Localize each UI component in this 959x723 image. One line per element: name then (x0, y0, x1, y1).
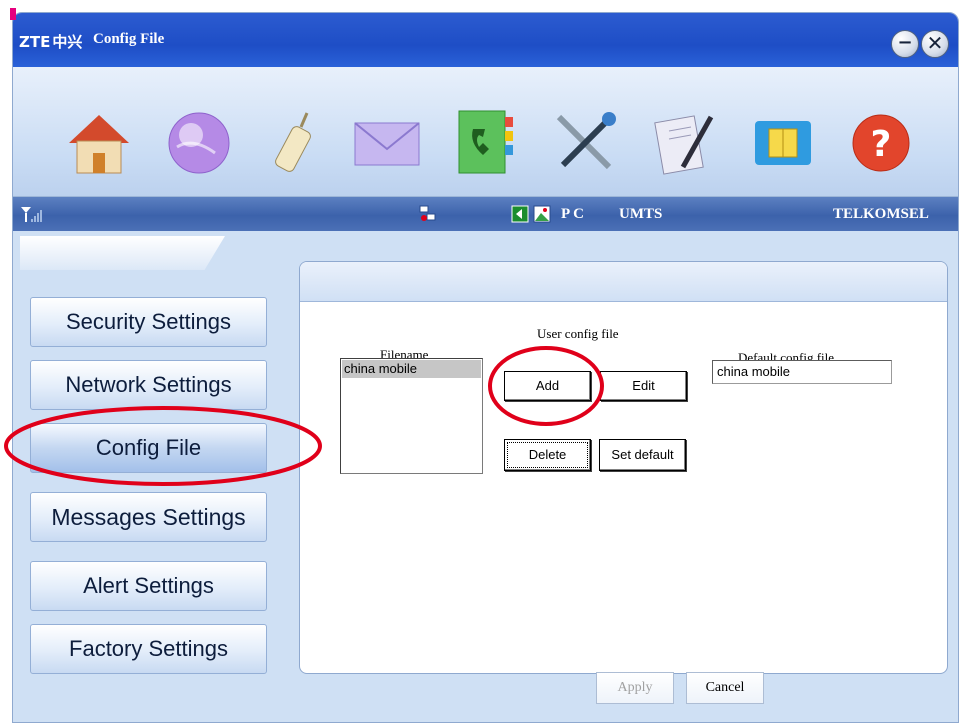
add-button[interactable]: Add (504, 371, 591, 401)
close-icon: ✕ (926, 31, 944, 55)
help-icon[interactable]: ? (845, 107, 917, 179)
sidebar-item-alert-settings[interactable]: Alert Settings (30, 561, 267, 611)
login-icon (511, 205, 529, 223)
set-default-button[interactable]: Set default (599, 439, 686, 471)
sidebar-item-config-file[interactable]: Config File (30, 423, 267, 473)
title-bar: ZTE 中兴 Config File − ✕ (13, 13, 958, 67)
zte-logo: ZTE 中兴 (19, 33, 83, 51)
corner-marker (10, 8, 16, 20)
panel-header (300, 262, 947, 302)
status-bar: P C UMTS TELKOMSEL (13, 197, 958, 231)
user-config-label: User config file (537, 326, 619, 341)
minimize-button[interactable]: − (891, 30, 919, 58)
window-title: Config File (93, 31, 165, 47)
svg-text:?: ? (871, 124, 892, 165)
settings-tools-icon[interactable] (549, 107, 621, 179)
edit-button[interactable]: Edit (600, 371, 687, 401)
signal-strength-icon (21, 207, 42, 222)
apply-button[interactable]: Apply (596, 672, 674, 704)
home-icon[interactable] (63, 107, 135, 179)
sidebar-item-network-settings[interactable]: Network Settings (30, 360, 267, 410)
phonebook-icon[interactable] (449, 107, 521, 179)
image-icon (533, 205, 551, 223)
config-file-list[interactable]: china mobile (340, 358, 483, 474)
default-config-field[interactable]: china mobile (712, 360, 892, 384)
network-type: UMTS (619, 206, 663, 222)
list-item[interactable]: china mobile (342, 360, 481, 378)
internet-globe-icon[interactable] (163, 107, 235, 179)
sidebar-item-factory-settings[interactable]: Factory Settings (30, 624, 267, 674)
operator-name: TELKOMSEL (833, 206, 929, 222)
phone-icon[interactable] (261, 107, 333, 179)
notes-pen-icon[interactable] (649, 107, 721, 179)
sidebar-item-security-settings[interactable]: Security Settings (30, 297, 267, 347)
mail-envelope-icon[interactable] (351, 107, 423, 179)
delete-button[interactable]: Delete (504, 439, 591, 471)
minimize-icon: − (897, 32, 913, 53)
cancel-button[interactable]: Cancel (686, 672, 764, 704)
sim-card-icon[interactable] (747, 107, 819, 179)
toolbar: ? (13, 67, 958, 197)
network-connection-icon (419, 205, 436, 221)
sidebar-item-messages-settings[interactable]: Messages Settings (30, 492, 267, 542)
mode-label: P C (561, 206, 584, 222)
close-button[interactable]: ✕ (921, 30, 949, 58)
sidebar-header (20, 236, 225, 270)
